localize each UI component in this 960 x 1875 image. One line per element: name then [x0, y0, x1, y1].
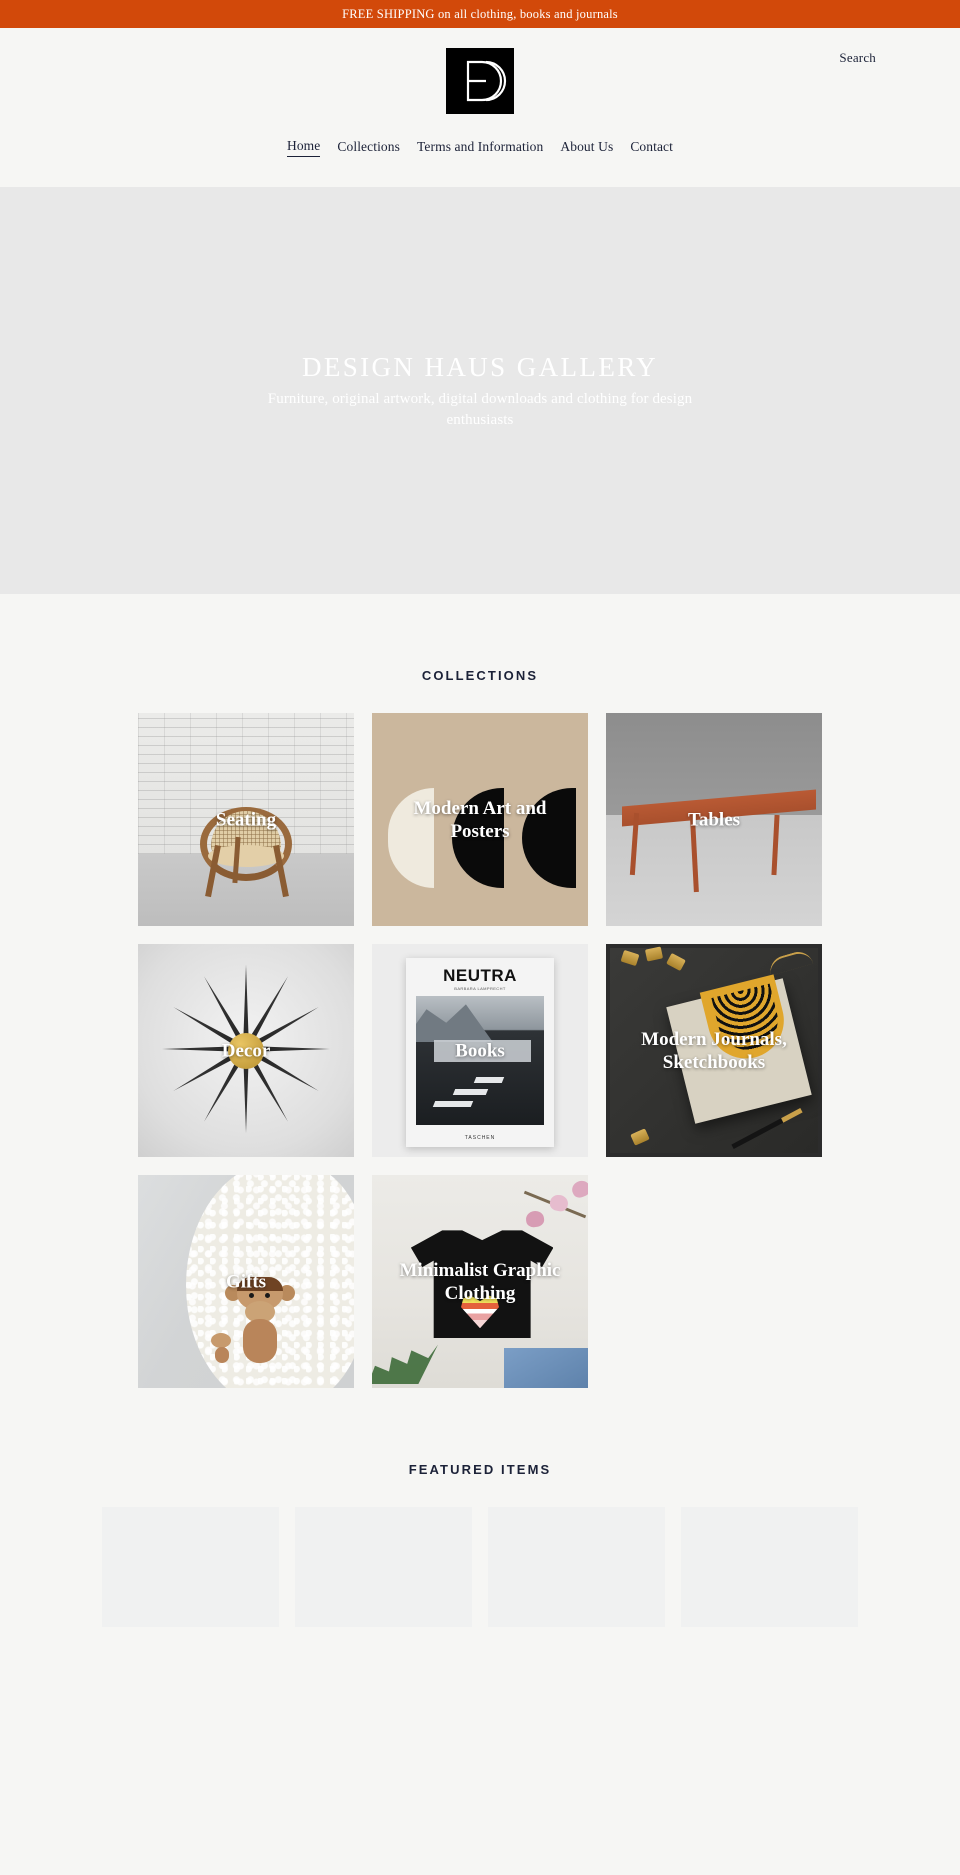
nav-item-about-us[interactable]: About Us	[560, 137, 613, 157]
collection-card-tables[interactable]: Tables	[606, 713, 822, 926]
blossom-decor	[569, 1178, 588, 1200]
featured-item-placeholder[interactable]	[681, 1507, 858, 1627]
announcement-text: FREE SHIPPING on all clothing, books and…	[342, 6, 618, 21]
monkey-eye-decor	[248, 1293, 254, 1299]
featured-item-placeholder[interactable]	[102, 1507, 279, 1627]
search-link[interactable]: Search	[839, 50, 876, 66]
baby-monkey-body-decor	[214, 1347, 229, 1364]
collection-card-books[interactable]: NEUTRA BARBARA LAMPRECHT TASCHEN Books	[372, 944, 588, 1157]
hero-subtitle: Furniture, original artwork, digital dow…	[267, 391, 693, 429]
collection-title: Modern Art and Posters	[413, 797, 547, 842]
featured-item-placeholder[interactable]	[295, 1507, 472, 1627]
collection-title: Tables	[687, 808, 741, 830]
baby-monkey-decor	[210, 1333, 233, 1364]
book-cover-publisher: TASCHEN	[464, 1135, 496, 1141]
nav-item-home[interactable]: Home	[286, 136, 321, 157]
featured-items-grid	[90, 1507, 870, 1667]
collection-title: Seating	[215, 808, 277, 830]
hero-title: DESIGN HAUS GALLERY	[301, 352, 659, 382]
header-top-row: Search	[0, 28, 960, 134]
collection-card-seating[interactable]: Seating	[138, 713, 354, 926]
collection-title: Books	[455, 1039, 505, 1061]
lounger-decor	[473, 1077, 505, 1083]
collection-card-modern-art-and-posters[interactable]: Modern Art and Posters	[372, 713, 588, 926]
nav-item-contact[interactable]: Contact	[630, 137, 673, 157]
collections-heading: COLLECTIONS	[421, 668, 539, 683]
featured-items-section: FEATURED ITEMS	[0, 1388, 960, 1667]
collections-section: COLLECTIONS Seating Modern Art and Poste…	[0, 594, 960, 1388]
collection-card-modern-journals-sketchbooks[interactable]: Modern Journals, Sketchbooks	[606, 944, 822, 1157]
collection-title: Gifts	[225, 1270, 267, 1292]
monkey-body-decor	[242, 1319, 277, 1364]
collections-grid: Seating Modern Art and Posters Tables De…	[130, 713, 830, 1388]
logo-d-icon	[446, 48, 514, 114]
palm-leaf-decor	[372, 1344, 438, 1384]
announcement-bar: FREE SHIPPING on all clothing, books and…	[0, 0, 960, 28]
monkey-eye-decor	[264, 1293, 270, 1299]
featured-item-placeholder[interactable]	[488, 1507, 665, 1627]
book-cover-title: NEUTRA	[443, 966, 517, 985]
site-header: Search Home Collections Terms and Inform…	[0, 28, 960, 187]
hero-banner: DESIGN HAUS GALLERY Furniture, original …	[0, 187, 960, 594]
site-logo[interactable]	[446, 48, 514, 114]
collection-card-minimalist-graphic-clothing[interactable]: Minimalist Graphic Clothing	[372, 1175, 588, 1388]
mountain-decor	[416, 1004, 493, 1042]
nav-item-collections[interactable]: Collections	[337, 137, 400, 157]
book-cover-author: BARBARA LAMPRECHT	[454, 986, 506, 991]
lounger-decor	[453, 1089, 489, 1095]
main-navigation: Home Collections Terms and Information A…	[0, 134, 960, 187]
collection-card-decor[interactable]: Decor	[138, 944, 354, 1157]
lounger-decor	[432, 1101, 474, 1107]
collection-title: Decor	[221, 1039, 271, 1061]
blossom-decor	[524, 1209, 546, 1229]
collection-title: Minimalist Graphic Clothing	[399, 1259, 561, 1304]
denim-jeans-decor	[504, 1348, 588, 1388]
baby-monkey-head-decor	[210, 1333, 231, 1349]
collection-title: Modern Journals, Sketchbooks	[641, 1028, 787, 1073]
featured-items-heading: FEATURED ITEMS	[408, 1462, 552, 1477]
nav-item-terms-and-information[interactable]: Terms and Information	[417, 137, 543, 157]
collection-card-gifts[interactable]: Gifts	[138, 1175, 354, 1388]
